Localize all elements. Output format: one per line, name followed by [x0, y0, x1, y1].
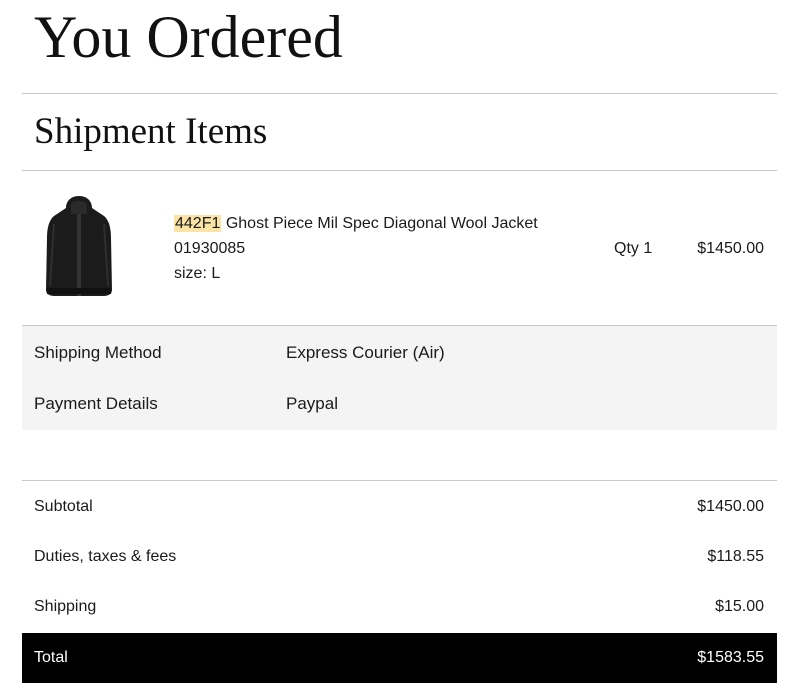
- total-row: Total $1583.55: [22, 633, 777, 683]
- item-title[interactable]: 442F1 Ghost Piece Mil Spec Diagonal Wool…: [174, 211, 538, 236]
- section-title: Shipment Items: [34, 111, 268, 152]
- payment-details-value: Paypal: [286, 394, 338, 413]
- order-details: Shipping Method Express Courier (Air) Pa…: [22, 326, 777, 430]
- item-qty: Qty 1: [614, 240, 653, 257]
- item-sku: 442F1: [174, 215, 222, 232]
- product-image[interactable]: [44, 194, 114, 300]
- item-details: 442F1 Ghost Piece Mil Spec Diagonal Wool…: [174, 211, 538, 286]
- total-value: $1583.55: [697, 649, 764, 666]
- item-size: size: L: [174, 265, 221, 282]
- page-title: You Ordered: [34, 4, 343, 70]
- divider: [22, 480, 777, 481]
- payment-details-label: Payment Details: [34, 394, 158, 413]
- shipping-row: Shipping $15.00: [22, 582, 777, 632]
- duties-row: Duties, taxes & fees $118.55: [22, 532, 777, 582]
- divider: [22, 93, 777, 94]
- shipping-label: Shipping: [34, 598, 97, 615]
- total-label: Total: [34, 649, 68, 666]
- subtotal-label: Subtotal: [34, 498, 93, 515]
- shipment-item: 442F1 Ghost Piece Mil Spec Diagonal Wool…: [22, 171, 777, 325]
- shipping-method-value: Express Courier (Air): [286, 343, 445, 362]
- duties-value: $118.55: [707, 548, 764, 565]
- shipping-value: $15.00: [715, 598, 764, 615]
- shipping-method-label: Shipping Method: [34, 343, 162, 362]
- item-name: Ghost Piece Mil Spec Diagonal Wool Jacke…: [225, 215, 538, 232]
- item-price: $1450.00: [697, 240, 764, 257]
- subtotal-value: $1450.00: [697, 498, 764, 515]
- subtotal-row: Subtotal $1450.00: [22, 482, 777, 532]
- duties-label: Duties, taxes & fees: [34, 548, 177, 565]
- item-code: 01930085: [174, 240, 246, 257]
